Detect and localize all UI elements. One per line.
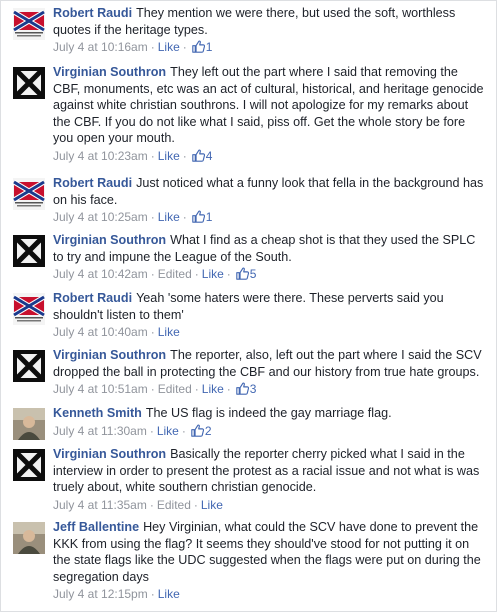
like-count[interactable]: 5 <box>250 267 257 281</box>
confederate-flag-avatar[interactable] <box>12 8 46 40</box>
saltire-avatar[interactable] <box>13 350 45 382</box>
comment: Virginian Southron The reporter, also, le… <box>1 347 496 399</box>
thumbs-up-icon[interactable] <box>191 424 204 441</box>
separator: · <box>150 382 155 396</box>
comment-body: Virginian Southron The reporter, also, le… <box>53 347 486 380</box>
comment-body: Virginian Southron Basically the reporter… <box>53 446 486 496</box>
separator: · <box>182 148 187 163</box>
like-button[interactable]: Like <box>202 382 224 396</box>
comment-meta: July 4 at 10:51am · Edited · Like · 3 <box>53 381 486 399</box>
separator: · <box>150 325 155 339</box>
separator: · <box>150 587 155 601</box>
comment-timestamp[interactable]: July 4 at 10:25am <box>53 210 148 224</box>
comment-meta: July 4 at 11:30am · Like · 2 <box>53 423 486 441</box>
separator: · <box>226 267 231 281</box>
like-button[interactable]: Like <box>202 267 224 281</box>
confederate-flag-avatar[interactable] <box>12 293 46 325</box>
like-count[interactable]: 1 <box>206 40 213 54</box>
separator: · <box>193 497 198 512</box>
comment: Robert Raudi They mention we were there, … <box>1 5 496 57</box>
comment-meta: July 4 at 10:42am · Edited · Like · 5 <box>53 266 486 284</box>
comment-author-link[interactable]: Kenneth Smith <box>53 406 142 420</box>
like-count[interactable]: 2 <box>205 424 212 438</box>
comment-timestamp[interactable]: July 4 at 10:23am <box>53 149 148 163</box>
separator: · <box>226 382 231 396</box>
comment-text: The US flag is indeed the gay marriage f… <box>145 406 392 420</box>
like-count[interactable]: 4 <box>206 149 213 163</box>
comment-timestamp[interactable]: July 4 at 10:16am <box>53 40 148 54</box>
comment-author-link[interactable]: Virginian Southron <box>53 233 166 247</box>
thumbs-up-icon[interactable] <box>236 267 249 284</box>
like-button[interactable]: Like <box>158 587 180 601</box>
comment-meta: July 4 at 11:35am · Edited · Like <box>53 497 486 513</box>
separator: · <box>194 267 199 281</box>
thumbs-up-icon[interactable] <box>191 210 205 227</box>
comment-body: Robert Raudi They mention we were there, … <box>53 5 486 38</box>
comment-body: Jeff Ballentine Hey Virginian, what could… <box>53 519 486 585</box>
comment-body: Virginian Southron They left out the part… <box>53 64 486 147</box>
comment-thread: Robert Raudi They mention we were there, … <box>0 0 497 612</box>
separator: · <box>182 210 187 224</box>
comment-timestamp[interactable]: July 4 at 10:51am <box>53 382 148 396</box>
comment: Robert Raudi Yeah 'some haters were there… <box>1 290 496 340</box>
like-button[interactable]: Like <box>157 424 179 438</box>
separator: · <box>182 40 187 54</box>
edited-indicator[interactable]: Edited <box>158 382 192 396</box>
edited-indicator[interactable]: Edited <box>158 267 192 281</box>
comment-meta: July 4 at 10:16am · Like · 1 <box>53 39 486 57</box>
comment-meta: July 4 at 10:23am · Like · 4 <box>53 148 486 166</box>
person-photo-avatar[interactable] <box>13 408 45 440</box>
comment: Virginian Southron Basically the reporter… <box>1 446 496 513</box>
saltire-avatar[interactable] <box>13 67 45 99</box>
separator: · <box>149 497 154 512</box>
comment-timestamp[interactable]: July 4 at 10:40am <box>53 325 148 339</box>
comment-meta: July 4 at 12:15pm · Like <box>53 586 486 602</box>
like-button[interactable]: Like <box>158 40 180 54</box>
comment-body: Virginian Southron What I find as a cheap… <box>53 232 486 265</box>
comment-timestamp[interactable]: July 4 at 11:35am <box>53 498 147 512</box>
comment: Jeff Ballentine Hey Virginian, what could… <box>1 519 496 602</box>
comment-meta: July 4 at 10:40am · Like <box>53 324 486 340</box>
edited-indicator[interactable]: Edited <box>157 498 191 512</box>
like-count[interactable]: 3 <box>250 382 257 396</box>
thumbs-up-icon[interactable] <box>191 149 205 166</box>
comment-body: Robert Raudi Yeah 'some haters were there… <box>53 290 486 323</box>
comment: Virginian Southron What I find as a cheap… <box>1 232 496 284</box>
comment-author-link[interactable]: Jeff Ballentine <box>53 520 139 534</box>
thumbs-up-icon[interactable] <box>191 40 205 57</box>
separator: · <box>149 423 154 438</box>
comment-author-link[interactable]: Virginian Southron <box>53 65 166 79</box>
comment: Robert Raudi Just noticed what a funny lo… <box>1 175 496 227</box>
comment-author-link[interactable]: Virginian Southron <box>53 348 166 362</box>
comment-timestamp[interactable]: July 4 at 12:15pm <box>53 587 148 601</box>
like-button[interactable]: Like <box>158 210 180 224</box>
comment-author-link[interactable]: Robert Raudi <box>53 6 132 20</box>
comment: Virginian Southron They left out the part… <box>1 64 496 166</box>
separator: · <box>194 382 199 396</box>
separator: · <box>150 210 155 224</box>
comment-meta: July 4 at 10:25am · Like · 1 <box>53 209 486 227</box>
comment: Kenneth Smith The US flag is indeed the g… <box>1 405 496 441</box>
like-button[interactable]: Like <box>158 325 180 339</box>
separator: · <box>150 267 155 281</box>
comment-body: Kenneth Smith The US flag is indeed the g… <box>53 405 486 422</box>
like-button[interactable]: Like <box>158 149 180 163</box>
comment-body: Robert Raudi Just noticed what a funny lo… <box>53 175 486 208</box>
comment-timestamp[interactable]: July 4 at 10:42am <box>53 267 148 281</box>
comment-author-link[interactable]: Virginian Southron <box>53 447 166 461</box>
like-button[interactable]: Like <box>201 498 223 512</box>
confederate-flag-avatar[interactable] <box>12 178 46 210</box>
comment-author-link[interactable]: Robert Raudi <box>53 176 132 190</box>
comment-timestamp[interactable]: July 4 at 11:30am <box>53 424 147 438</box>
separator: · <box>181 423 186 438</box>
saltire-avatar[interactable] <box>13 449 45 481</box>
thumbs-up-icon[interactable] <box>236 382 249 399</box>
separator: · <box>150 40 155 54</box>
like-count[interactable]: 1 <box>206 210 213 224</box>
comment-author-link[interactable]: Robert Raudi <box>53 291 132 305</box>
separator: · <box>150 148 155 163</box>
saltire-avatar[interactable] <box>13 235 45 267</box>
person-photo-avatar[interactable] <box>13 522 45 554</box>
